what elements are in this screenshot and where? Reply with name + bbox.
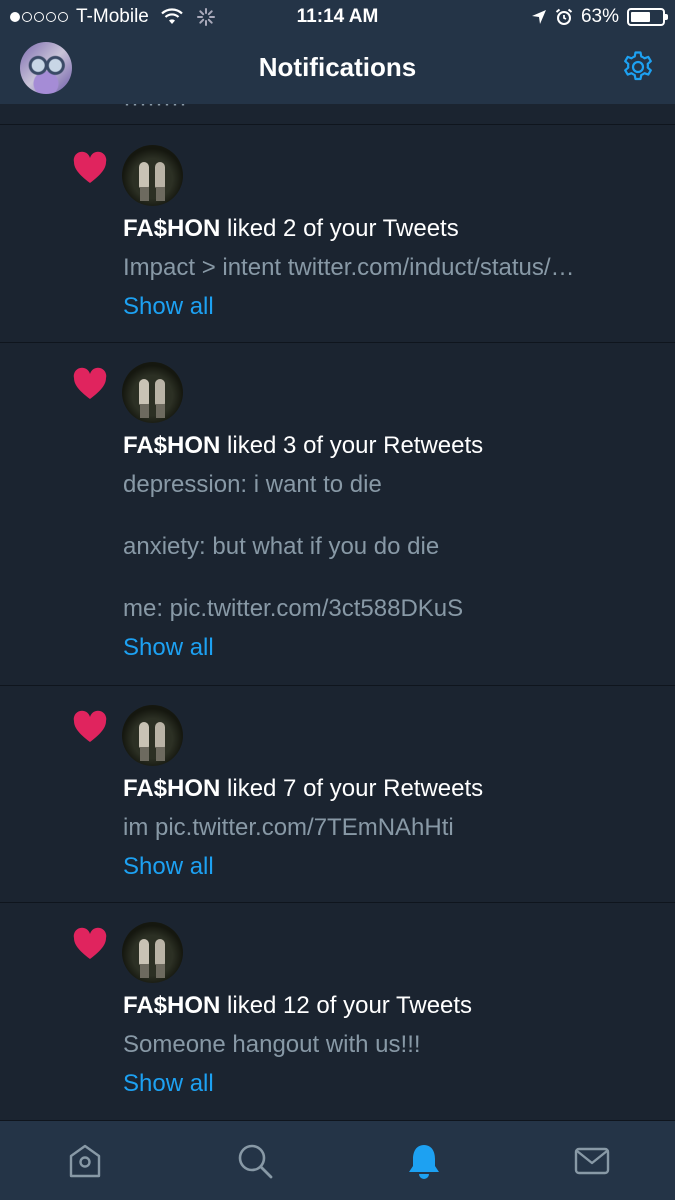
location-icon (531, 10, 546, 24)
notification-summary: FA$HON liked 2 of your Tweets (123, 215, 459, 243)
notification-summary: FA$HON liked 12 of your Tweets (123, 992, 472, 1020)
status-bar: T-Mobile 11:14 AM 63% (0, 0, 675, 34)
show-all-link[interactable]: Show all (123, 1070, 214, 1098)
notification-summary: FA$HON liked 3 of your Retweets (123, 432, 483, 460)
notification-item[interactable]: FA$HON liked 12 of your Tweets Someone h… (0, 903, 675, 1120)
gear-icon[interactable] (621, 50, 655, 84)
page-title: Notifications (258, 52, 417, 82)
alarm-icon (555, 8, 573, 25)
user-name[interactable]: FA$HON (123, 992, 220, 1019)
status-right: 63% (531, 6, 668, 28)
tweet-text: im pic.twitter.com/7TEmNAhHti (123, 814, 454, 841)
tweet-text: depression: i want to die (123, 471, 382, 498)
notification-action: liked 12 of your Tweets (220, 992, 473, 1019)
notification-summary: FA$HON liked 7 of your Retweets (123, 775, 483, 803)
heart-icon (73, 710, 107, 742)
notification-action: liked 7 of your Retweets (220, 775, 484, 802)
notification-item[interactable]: FA$HON liked 2 of your Tweets Impact > i… (0, 125, 675, 343)
show-all-link[interactable]: Show all (123, 293, 214, 321)
heart-icon (73, 151, 107, 183)
user-name[interactable]: FA$HON (123, 432, 220, 459)
top-bar: T-Mobile 11:14 AM 63% Notifications (0, 0, 675, 104)
tweet-text: Someone hangout with us!!! (123, 1031, 421, 1058)
notification-action: liked 2 of your Tweets (220, 215, 459, 242)
battery-percent: 63% (580, 6, 619, 27)
tweet-text: anxiety: but what if you do die (123, 533, 440, 560)
tab-bar (0, 1120, 675, 1200)
user-name[interactable]: FA$HON (123, 775, 220, 802)
user-avatar[interactable] (122, 362, 183, 423)
battery-icon (627, 8, 668, 26)
heart-icon (73, 367, 107, 399)
heart-icon (73, 927, 107, 959)
mail-icon[interactable] (572, 1141, 612, 1181)
search-icon[interactable] (235, 1141, 275, 1181)
user-avatar[interactable] (122, 705, 183, 766)
battery-fill (631, 12, 650, 22)
notification-item[interactable]: FA$HON liked 3 of your Retweets depressi… (0, 343, 675, 686)
bell-icon[interactable] (404, 1141, 444, 1181)
partial-notification: ········ (0, 104, 675, 125)
partial-text: ········ (123, 104, 187, 118)
user-avatar[interactable] (122, 145, 183, 206)
notifications-feed[interactable]: ········ FA$HON liked 2 of your Tweets I… (0, 104, 675, 1120)
tweet-text: Impact > intent twitter.com/induct/statu… (123, 254, 575, 281)
show-all-link[interactable]: Show all (123, 634, 214, 662)
home-icon[interactable] (65, 1141, 105, 1181)
user-name[interactable]: FA$HON (123, 215, 220, 242)
notification-action: liked 3 of your Retweets (220, 432, 484, 459)
show-all-link[interactable]: Show all (123, 853, 214, 881)
notification-item[interactable]: FA$HON liked 7 of your Retweets im pic.t… (0, 686, 675, 903)
tweet-text: me: pic.twitter.com/3ct588DKuS (123, 595, 464, 622)
user-avatar[interactable] (122, 922, 183, 983)
